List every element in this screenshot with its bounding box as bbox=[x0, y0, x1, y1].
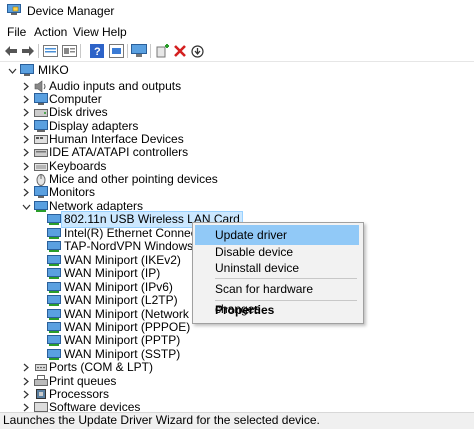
uninstall-icon[interactable] bbox=[172, 43, 188, 59]
category-label: Software devices bbox=[49, 400, 141, 412]
status-text: Launches the Update Driver Wizard for th… bbox=[3, 413, 320, 427]
forward-arrow-icon[interactable] bbox=[20, 43, 36, 59]
title-bar: Device Manager bbox=[0, 0, 474, 22]
computer-icon bbox=[20, 64, 34, 76]
tree-category-software[interactable]: Software devices bbox=[0, 399, 474, 412]
chevron-right-icon[interactable] bbox=[21, 399, 31, 412]
scan-hardware-icon[interactable] bbox=[108, 43, 124, 59]
status-bar: Launches the Update Driver Wizard for th… bbox=[0, 412, 474, 429]
tree-root-label: MIKO bbox=[38, 63, 69, 77]
menu-view[interactable]: View bbox=[73, 25, 99, 39]
device-manager-icon bbox=[7, 4, 21, 15]
context-properties[interactable]: Properties bbox=[195, 300, 359, 320]
properties-icon[interactable] bbox=[61, 43, 77, 59]
add-legacy-icon[interactable] bbox=[155, 43, 171, 59]
show-hidden-icon[interactable] bbox=[42, 43, 58, 59]
toolbar-separator bbox=[38, 44, 39, 58]
toolbar-separator bbox=[127, 44, 128, 58]
disable-device-icon[interactable] bbox=[189, 43, 205, 59]
menu-help[interactable]: Help bbox=[102, 25, 127, 39]
toolbar-separator bbox=[80, 44, 81, 58]
software-device-icon bbox=[34, 402, 48, 412]
back-arrow-icon[interactable] bbox=[3, 43, 19, 59]
toolbar: ? bbox=[0, 41, 474, 62]
window-title: Device Manager bbox=[27, 4, 115, 18]
context-uninstall-device[interactable]: Uninstall device bbox=[195, 258, 359, 278]
chevron-down-icon[interactable] bbox=[7, 62, 17, 79]
menu-action[interactable]: Action bbox=[34, 25, 67, 39]
svg-text:?: ? bbox=[94, 46, 101, 58]
tree-root[interactable]: MIKO bbox=[0, 62, 474, 79]
toolbar-separator bbox=[150, 44, 151, 58]
update-driver-icon[interactable] bbox=[131, 43, 147, 59]
context-scan-hardware[interactable]: Scan for hardware changes bbox=[195, 279, 359, 316]
context-menu: Update driver Disable device Uninstall d… bbox=[192, 222, 364, 324]
menu-bar: File Action View Help bbox=[0, 23, 474, 41]
help-icon[interactable]: ? bbox=[89, 43, 105, 59]
menu-file[interactable]: File bbox=[7, 25, 26, 39]
